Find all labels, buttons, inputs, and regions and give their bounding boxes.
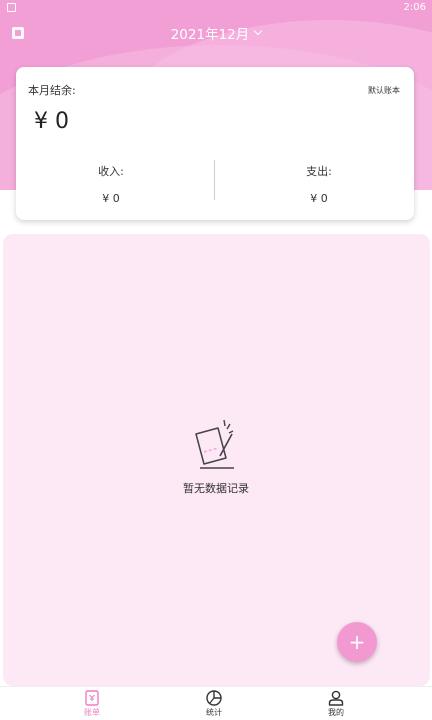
tab-mine-label: 我的	[328, 708, 344, 717]
expense-summary: 支出: ¥ 0	[224, 163, 414, 205]
chevron-down-icon	[254, 26, 263, 36]
summary-card: 本月结余: 默认账本 ¥ 0 收入: ¥ 0 支出: ¥ 0	[16, 67, 414, 220]
empty-state: 暂无数据记录	[0, 418, 432, 496]
tab-mine[interactable]: 我的	[306, 689, 366, 720]
tab-bills[interactable]: 账单	[62, 689, 122, 720]
expense-value: ¥ 0	[310, 192, 328, 205]
month-label: 2021年12月	[170, 27, 250, 43]
balance-value: ¥ 0	[34, 109, 69, 134]
divider	[214, 160, 215, 200]
empty-state-text: 暂无数据记录	[183, 482, 249, 495]
tab-statistics[interactable]: 统计	[184, 689, 244, 720]
status-bar: 2:06	[0, 0, 432, 16]
tab-bills-label: 账单	[84, 708, 100, 717]
bill-icon	[85, 690, 99, 706]
balance-label: 本月结余:	[28, 84, 76, 97]
tab-statistics-label: 统计	[206, 708, 222, 717]
expense-label: 支出:	[306, 165, 332, 178]
plus-icon: +	[348, 630, 366, 654]
income-value: ¥ 0	[102, 192, 120, 205]
bottom-tab-bar: 账单 统计 我的	[0, 686, 432, 720]
month-selector[interactable]: 2021年12月	[0, 22, 432, 44]
income-summary: 收入: ¥ 0	[16, 163, 206, 205]
empty-notebook-icon	[195, 419, 234, 469]
add-record-button[interactable]: +	[337, 622, 377, 662]
pie-chart-icon	[206, 690, 222, 706]
account-book-link[interactable]: 默认账本	[368, 85, 400, 96]
status-time: 2:06	[403, 2, 426, 13]
notification-icon	[7, 3, 16, 12]
user-icon	[328, 690, 344, 706]
income-label: 收入:	[98, 165, 124, 178]
